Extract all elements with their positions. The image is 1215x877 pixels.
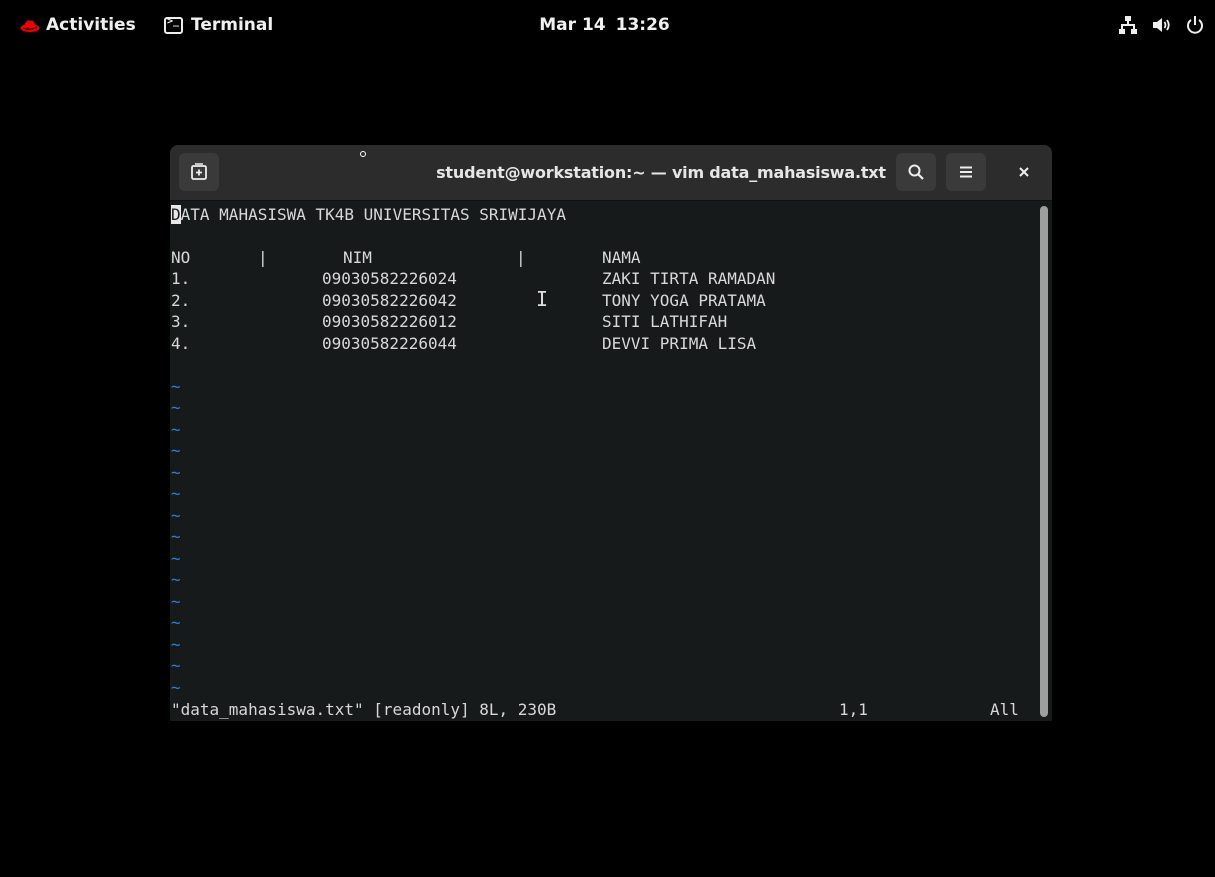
search-button[interactable]	[896, 153, 936, 191]
top-bar: Activities Terminal Mar 14 13:26	[0, 0, 1215, 50]
clock[interactable]: Mar 14 13:26	[0, 13, 1215, 37]
empty-line-tilde: ~	[171, 678, 181, 697]
window-headerbar[interactable]: student@workstation:~ — vim data_mahasis…	[170, 145, 1052, 201]
row-nama: DEVVI PRIMA LISA	[602, 334, 757, 353]
vim-cursor: D	[171, 205, 181, 224]
empty-line-tilde: ~	[171, 377, 181, 396]
row-no: 2.	[171, 291, 191, 310]
row-no: 4.	[171, 334, 191, 353]
empty-line-tilde: ~	[171, 420, 181, 439]
hamburger-menu-button[interactable]	[946, 153, 986, 191]
row-no: 1.	[171, 269, 191, 288]
empty-line-tilde: ~	[171, 484, 181, 503]
empty-line-tilde: ~	[171, 635, 181, 654]
empty-line-tilde: ~	[171, 592, 181, 611]
empty-line-tilde: ~	[171, 570, 181, 589]
header-no: NO	[171, 248, 191, 267]
terminal-window[interactable]: student@workstation:~ — vim data_mahasis…	[170, 145, 1052, 721]
close-window-button[interactable]	[1004, 153, 1044, 191]
volume-icon[interactable]	[1150, 14, 1172, 36]
empty-line-tilde: ~	[171, 463, 181, 482]
empty-line-tilde: ~	[171, 398, 181, 417]
row-no: 3.	[171, 312, 191, 331]
header-nim: NIM	[343, 248, 372, 267]
header-separator: |	[516, 248, 526, 267]
row-nim: 09030582226042	[322, 291, 457, 310]
empty-line-tilde: ~	[171, 527, 181, 546]
close-icon	[1019, 167, 1029, 177]
empty-line-tilde: ~	[171, 506, 181, 525]
empty-line-tilde: ~	[171, 441, 181, 460]
vim-editor-area[interactable]: DATA MAHASISWA TK4B UNIVERSITAS SRIWIJAY…	[170, 202, 1034, 721]
empty-line-tilde: ~	[171, 656, 181, 675]
header-nama: NAMA	[602, 248, 641, 267]
scrollbar-thumb[interactable]	[1040, 206, 1048, 717]
clock-date: Mar 14	[539, 15, 606, 35]
file-heading-line: DATA MAHASISWA TK4B UNIVERSITAS SRIWIJAY…	[171, 204, 566, 225]
mouse-pointer-dot	[360, 151, 366, 157]
empty-line-tilde: ~	[171, 549, 181, 568]
scrollbar[interactable]	[1036, 202, 1052, 721]
row-nama: SITI LATHIFAH	[602, 312, 728, 331]
hamburger-menu-icon	[960, 166, 972, 178]
clock-time: 13:26	[615, 15, 670, 35]
row-nim: 09030582226024	[322, 269, 457, 288]
network-icon[interactable]	[1117, 14, 1139, 36]
row-nama: TONY YOGA PRATAMA	[602, 291, 766, 310]
row-nim: 09030582226044	[322, 334, 457, 353]
vim-cursor-position: 1,1	[839, 700, 868, 719]
header-separator: |	[258, 248, 268, 267]
power-icon[interactable]	[1184, 14, 1206, 36]
row-nim: 09030582226012	[322, 312, 457, 331]
empty-line-tilde: ~	[171, 613, 181, 632]
search-icon	[908, 164, 924, 180]
text-cursor-ibeam-icon: I	[536, 287, 549, 311]
vim-scroll-indicator: All	[990, 700, 1019, 719]
vim-status-message: "data_mahasiswa.txt" [readonly] 8L, 230B	[171, 700, 557, 719]
heading-text: ATA MAHASISWA TK4B UNIVERSITAS SRIWIJAYA	[180, 205, 566, 224]
row-nama: ZAKI TIRTA RAMADAN	[602, 269, 776, 288]
